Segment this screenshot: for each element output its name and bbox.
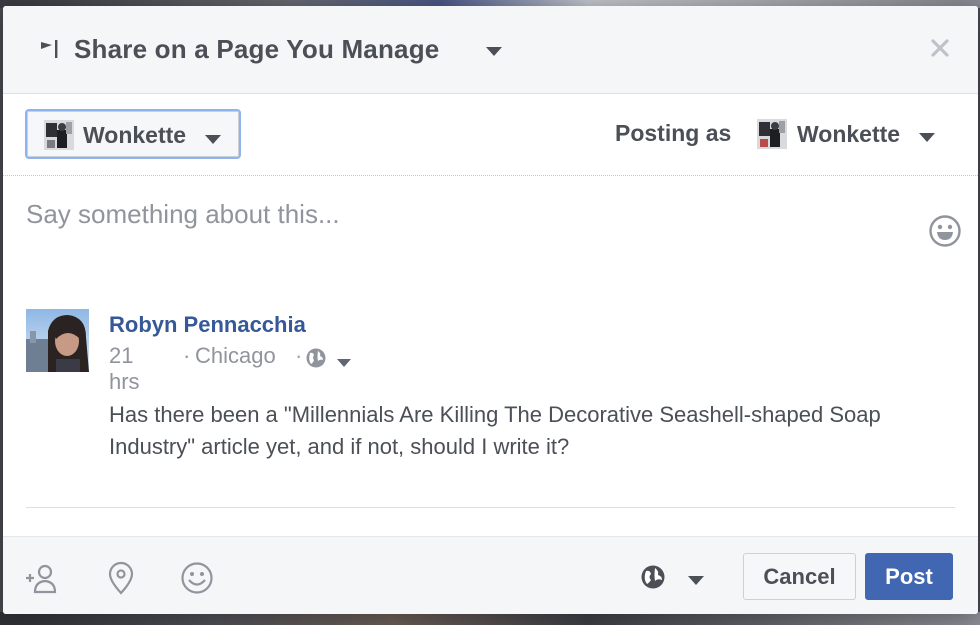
globe-icon[interactable] <box>640 564 666 590</box>
share-dialog: Share on a Page You Manage Wonkette Post… <box>3 6 978 614</box>
tag-friends-icon[interactable] <box>23 561 59 595</box>
avatar[interactable] <box>26 309 89 372</box>
chevron-down-icon <box>918 130 936 148</box>
page-picker-button[interactable]: Wonkette <box>25 109 241 159</box>
post-location-link[interactable]: Chicago <box>195 343 276 369</box>
flag-icon <box>39 39 61 59</box>
divider <box>26 507 955 508</box>
feeling-smiley-icon[interactable] <box>179 561 215 595</box>
location-pin-icon[interactable] <box>103 561 139 595</box>
close-icon[interactable] <box>928 36 952 60</box>
post-timestamp[interactable]: 21 hrs <box>109 343 140 395</box>
post-author-link[interactable]: Robyn Pennacchia <box>109 312 306 338</box>
post-body-text: Has there been a "Millennials Are Killin… <box>109 402 881 459</box>
dialog-title[interactable]: Share on a Page You Manage <box>74 34 439 65</box>
posting-as-label: Posting as <box>615 120 732 146</box>
cancel-button[interactable]: Cancel <box>743 553 856 600</box>
globe-icon <box>305 347 327 369</box>
chevron-down-icon[interactable] <box>336 355 352 373</box>
posting-as-picker[interactable]: Wonkette <box>755 114 945 154</box>
posting-as-thumbnail <box>757 119 787 149</box>
meta-dot: · <box>295 343 303 368</box>
posting-as-value: Wonkette <box>797 121 901 147</box>
page-selector-row: Wonkette Posting as Wonkette <box>3 94 978 176</box>
status-input[interactable]: Say something about this... <box>26 199 906 239</box>
page-thumbnail <box>44 120 74 150</box>
chevron-down-icon[interactable] <box>485 44 503 62</box>
chevron-down-icon <box>204 132 222 150</box>
chevron-down-icon[interactable] <box>687 573 705 591</box>
post-button[interactable]: Post <box>865 553 953 600</box>
dialog-footer: Cancel Post <box>3 536 978 614</box>
dialog-header: Share on a Page You Manage <box>3 6 978 94</box>
page-picker-label: Wonkette <box>83 122 187 148</box>
meta-separator: · <box>183 343 191 368</box>
smiley-icon[interactable] <box>928 214 962 248</box>
